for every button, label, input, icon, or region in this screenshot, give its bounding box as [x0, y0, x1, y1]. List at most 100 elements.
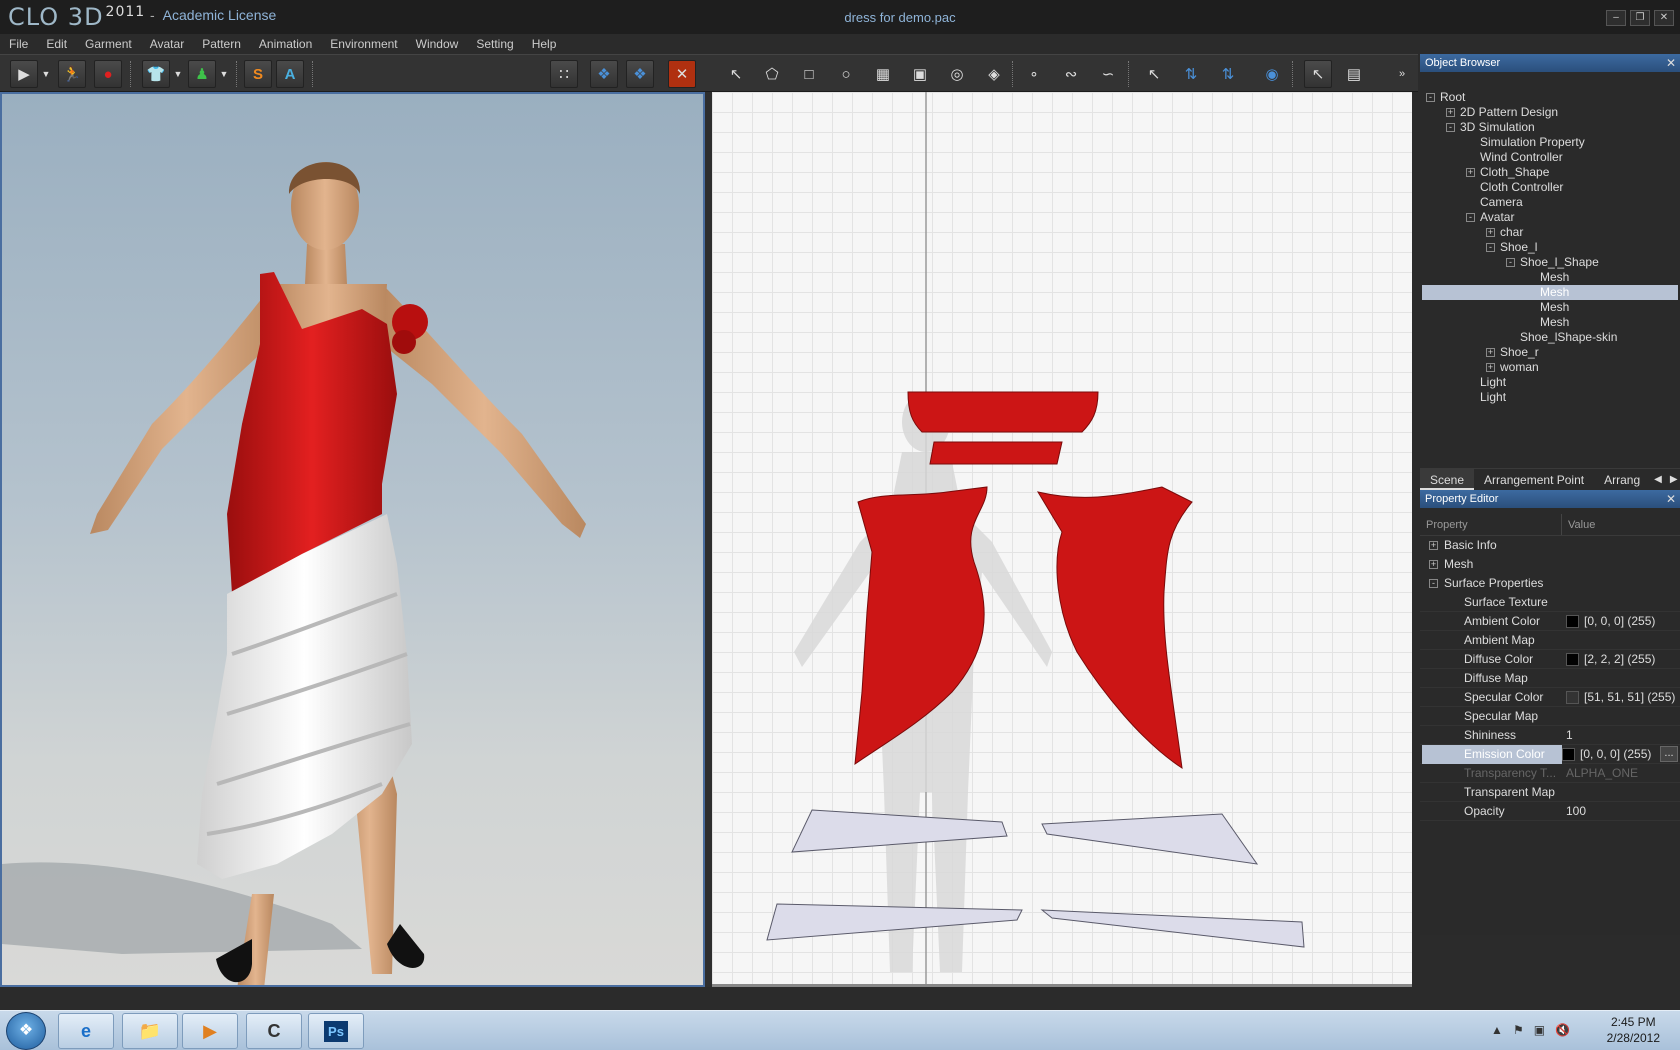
stop-simulation-button[interactable]: ✕: [668, 60, 696, 88]
property-value[interactable]: [1562, 631, 1680, 650]
tab-scene[interactable]: Scene: [1420, 469, 1475, 490]
taskbar-clo3d[interactable]: C: [246, 1013, 302, 1049]
property-column-header[interactable]: Property: [1420, 514, 1562, 535]
menu-file[interactable]: File: [0, 34, 37, 54]
property-value[interactable]: [1562, 593, 1680, 612]
collapse-icon[interactable]: -: [1506, 258, 1515, 267]
internal-circle-tool[interactable]: ◎: [943, 60, 971, 88]
property-row[interactable]: Shininess 1: [1420, 726, 1680, 745]
tab-scroll-right[interactable]: ▶: [1666, 469, 1680, 490]
collapse-icon[interactable]: -: [1426, 93, 1435, 102]
edit-curve-tool[interactable]: ∽: [1094, 60, 1122, 88]
action-center-flag-icon[interactable]: ⚑: [1513, 1023, 1524, 1037]
pattern-skirt-panel-2[interactable]: [1041, 813, 1259, 865]
select-mesh-tool[interactable]: ↖: [1304, 60, 1332, 88]
property-value[interactable]: [1562, 783, 1680, 802]
transform-tool[interactable]: ▣: [906, 60, 934, 88]
expand-icon[interactable]: +: [1486, 348, 1495, 357]
pattern-skirt-panel-4[interactable]: [1040, 909, 1305, 948]
property-row[interactable]: Emission Color [0, 0, 0] (255)...: [1420, 745, 1680, 764]
walk-button[interactable]: 🏃: [58, 60, 86, 88]
points-button[interactable]: ∷: [550, 60, 578, 88]
menu-environment[interactable]: Environment: [321, 34, 406, 54]
sewing-select-tool[interactable]: ↖: [1140, 60, 1168, 88]
menu-animation[interactable]: Animation: [250, 34, 321, 54]
pin-tool[interactable]: ▤: [1340, 60, 1368, 88]
volume-muted-icon[interactable]: 🔇: [1555, 1023, 1570, 1037]
taskbar-file-explorer[interactable]: 📁: [122, 1013, 178, 1049]
property-group[interactable]: + Mesh: [1420, 555, 1680, 574]
menu-help[interactable]: Help: [523, 34, 566, 54]
tab-arrangement-point[interactable]: Arrangement Point: [1474, 469, 1594, 490]
menu-edit[interactable]: Edit: [37, 34, 76, 54]
property-value[interactable]: [1562, 707, 1680, 726]
internal-rect-tool[interactable]: ▦: [869, 60, 897, 88]
expand-icon[interactable]: +: [1466, 168, 1475, 177]
expand-icon[interactable]: +: [1486, 228, 1495, 237]
taskbar-media-player[interactable]: ▶: [182, 1013, 238, 1049]
avatar-dropdown[interactable]: ▼: [218, 60, 230, 88]
value-column-header[interactable]: Value: [1562, 514, 1595, 535]
restore-button[interactable]: ❐: [1630, 10, 1650, 26]
2d-pattern-view[interactable]: [712, 92, 1412, 987]
garment-button[interactable]: 👕: [142, 60, 170, 88]
view-splitter[interactable]: [705, 92, 712, 987]
expand-icon[interactable]: +: [1486, 363, 1495, 372]
property-group[interactable]: + Basic Info: [1420, 536, 1680, 555]
3d-viewport[interactable]: [0, 92, 705, 987]
check-sewing-tool[interactable]: ◉: [1258, 60, 1286, 88]
property-row[interactable]: Diffuse Map: [1420, 669, 1680, 688]
tab-arrangement[interactable]: Arrang: [1594, 469, 1650, 490]
show-hidden-icons-icon[interactable]: ▲: [1491, 1023, 1503, 1037]
collapse-icon[interactable]: -: [1429, 579, 1438, 588]
system-clock[interactable]: 2:45 PM 2/28/2012: [1607, 1014, 1660, 1046]
expand-icon[interactable]: +: [1446, 108, 1455, 117]
expand-icon[interactable]: +: [1429, 541, 1438, 550]
property-value[interactable]: [2, 2, 2] (255): [1562, 650, 1680, 669]
property-value[interactable]: [1562, 669, 1680, 688]
property-row[interactable]: Transparency T... ALPHA_ONE: [1420, 764, 1680, 783]
property-row[interactable]: Ambient Map: [1420, 631, 1680, 650]
play-button[interactable]: ▶: [10, 60, 38, 88]
menu-avatar[interactable]: Avatar: [141, 34, 193, 54]
minimize-button[interactable]: –: [1606, 10, 1626, 26]
avatar-button[interactable]: ♟: [188, 60, 216, 88]
collapse-icon[interactable]: -: [1466, 213, 1475, 222]
garment-dropdown[interactable]: ▼: [172, 60, 184, 88]
curve-tool[interactable]: ∾: [1057, 60, 1085, 88]
collapse-icon[interactable]: -: [1486, 243, 1495, 252]
property-value[interactable]: 1: [1562, 726, 1680, 745]
menu-window[interactable]: Window: [407, 34, 468, 54]
menu-garment[interactable]: Garment: [76, 34, 141, 54]
property-row[interactable]: Transparent Map: [1420, 783, 1680, 802]
property-row[interactable]: Opacity 100: [1420, 802, 1680, 821]
property-row[interactable]: Specular Map: [1420, 707, 1680, 726]
diamond-tool[interactable]: ◈: [980, 60, 1008, 88]
property-row[interactable]: Specular Color [51, 51, 51] (255): [1420, 688, 1680, 707]
pattern-waistband-top[interactable]: [907, 391, 1099, 433]
play-dropdown[interactable]: ▼: [40, 60, 52, 88]
close-panel-icon[interactable]: ✕: [1666, 54, 1676, 72]
property-value[interactable]: ALPHA_ONE: [1562, 764, 1680, 783]
property-value[interactable]: [0, 0, 0] (255): [1562, 612, 1680, 631]
segment-sewing-tool[interactable]: ⇅: [1177, 60, 1205, 88]
property-group[interactable]: - Surface Properties: [1420, 574, 1680, 593]
display-icon[interactable]: ▣: [1534, 1023, 1545, 1037]
record-button[interactable]: ●: [94, 60, 122, 88]
s-button[interactable]: S: [244, 60, 272, 88]
taskbar-internet-explorer[interactable]: e: [58, 1013, 114, 1049]
property-row[interactable]: Surface Texture: [1420, 593, 1680, 612]
menu-pattern[interactable]: Pattern: [193, 34, 250, 54]
pattern-bodice-back[interactable]: [1036, 486, 1193, 770]
circle-tool[interactable]: ○: [832, 60, 860, 88]
start-button[interactable]: ❖: [6, 1012, 46, 1050]
close-panel-icon[interactable]: ✕: [1666, 490, 1676, 508]
pattern-waistband-bottom[interactable]: [929, 441, 1063, 465]
tab-scroll-left[interactable]: ◀: [1650, 469, 1666, 490]
ellipsis-button[interactable]: ...: [1660, 746, 1678, 762]
property-value[interactable]: 100: [1562, 802, 1680, 821]
taskbar-photoshop[interactable]: Ps: [308, 1013, 364, 1049]
property-value[interactable]: [51, 51, 51] (255): [1562, 688, 1680, 707]
property-row[interactable]: Diffuse Color [2, 2, 2] (255): [1420, 650, 1680, 669]
close-button[interactable]: ✕: [1654, 10, 1674, 26]
